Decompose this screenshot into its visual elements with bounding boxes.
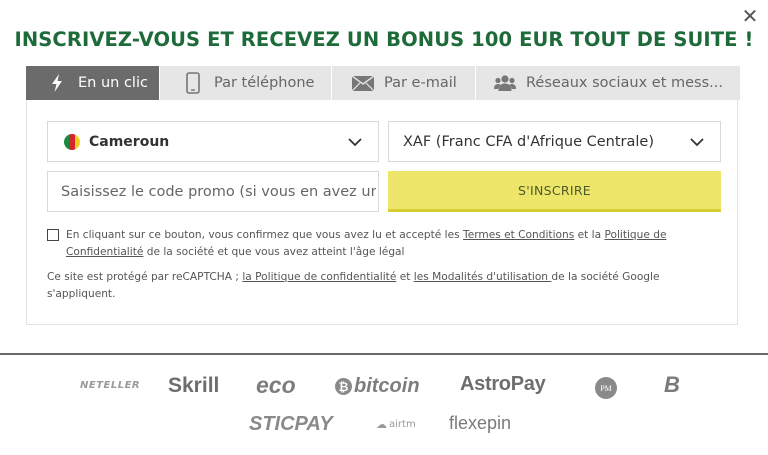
tab-label: Réseaux sociaux et mess... xyxy=(526,75,723,91)
flexepin-logo: flexepin xyxy=(449,413,512,433)
terms-link[interactable]: Termes et Conditions xyxy=(463,229,574,241)
tab-social[interactable]: Réseaux sociaux et mess... xyxy=(476,66,740,100)
currency-value: XAF (Franc CFA d'Afrique Centrale) xyxy=(403,133,655,150)
chevron-down-icon xyxy=(690,138,704,147)
recaptcha-notice: Ce site est protégé par reCAPTCHA ; la P… xyxy=(47,269,707,303)
country-select[interactable]: Cameroun xyxy=(47,121,379,162)
terms-text-part: de la société et que vous avez atteint l… xyxy=(143,246,405,258)
currency-select[interactable]: XAF (Franc CFA d'Afrique Centrale) xyxy=(388,121,721,162)
tab-label: Par téléphone xyxy=(214,75,315,91)
bitcoin-logo: ₿ bitcoin xyxy=(335,375,420,398)
terms-checkbox[interactable] xyxy=(47,229,59,241)
signup-button[interactable]: S'INSCRIRE xyxy=(388,171,721,212)
recaptcha-text-part: Ce site est protégé par reCAPTCHA ; xyxy=(47,271,243,283)
google-privacy-link[interactable]: la Politique de confidentialité xyxy=(242,271,396,283)
google-terms-link[interactable]: les Modalités d'utilisation xyxy=(414,271,552,283)
perfect-money-logo: PM xyxy=(595,377,617,399)
bitcoin-label: bitcoin xyxy=(354,375,420,397)
close-icon[interactable]: ✕ xyxy=(740,6,760,26)
tab-phone[interactable]: Par téléphone xyxy=(160,66,332,100)
modal-title: INSCRIVEZ-VOUS ET RECEVEZ UN BONUS 100 E… xyxy=(14,28,754,51)
tab-one-click[interactable]: En un clic xyxy=(26,66,160,100)
tab-email[interactable]: Par e-mail xyxy=(332,66,476,100)
sticpay-logo: STICPAY xyxy=(249,413,333,435)
tab-label: Par e-mail xyxy=(384,75,457,91)
skrill-logo: Skrill xyxy=(168,374,220,397)
b-logo: B xyxy=(664,372,680,397)
registration-tabs: En un clic Par téléphone Par e-mail Rése… xyxy=(26,66,740,100)
terms-text-part: En cliquant sur ce bouton, vous confirme… xyxy=(66,229,464,241)
terms-text-part: et la xyxy=(574,229,605,241)
eco-logo: eco xyxy=(256,372,296,398)
chevron-down-icon xyxy=(348,138,362,147)
promo-code-input[interactable] xyxy=(47,171,379,212)
pm-label: PM xyxy=(595,377,617,399)
country-value: Cameroun xyxy=(89,133,170,150)
cloud-icon: ☁ xyxy=(376,418,387,431)
tab-label: En un clic xyxy=(78,75,148,91)
neteller-logo: NETELLER xyxy=(80,380,141,391)
airtm-label: airtm xyxy=(389,419,416,430)
envelope-icon xyxy=(352,73,374,93)
bitcoin-icon: ₿ xyxy=(335,378,352,395)
users-icon xyxy=(494,73,516,93)
astropay-logo: AstroPay xyxy=(460,373,546,395)
phone-icon xyxy=(182,72,204,94)
airtm-logo: ☁ airtm xyxy=(376,418,416,431)
cameroon-flag-icon xyxy=(64,133,80,150)
terms-text: En cliquant sur ce bouton, vous confirme… xyxy=(66,227,686,261)
lightning-icon xyxy=(46,73,68,93)
divider xyxy=(0,353,768,355)
recaptcha-text-part: et xyxy=(396,271,414,283)
